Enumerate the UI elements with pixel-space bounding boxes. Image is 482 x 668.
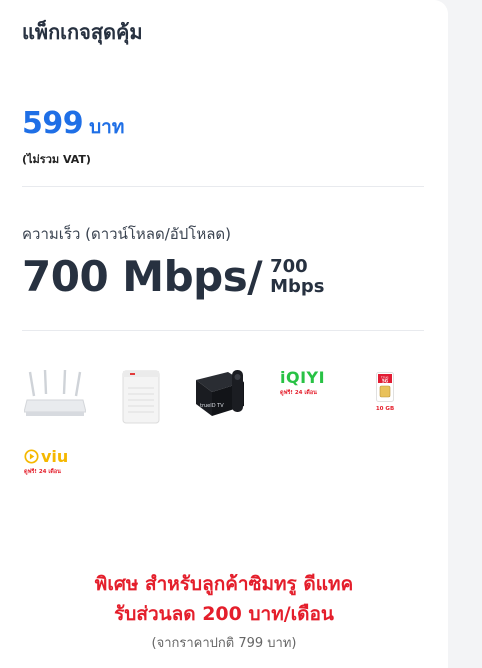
divider <box>22 330 424 331</box>
iqiyi-logo: iQIYI <box>280 368 326 387</box>
speed-value: 700 Mbps/ 700 Mbps <box>22 252 324 301</box>
sim-perk: true 5G 10 GB <box>372 372 398 412</box>
speed-upload: 700 Mbps <box>270 255 325 297</box>
speed-upload-value: 700 <box>270 255 308 277</box>
promo-discount: รับส่วนลด 200 บาท/เดือน <box>114 603 334 625</box>
price-row: 599 บาท <box>22 106 124 142</box>
promo-headline: พิเศษ สำหรับลูกค้าซิมทรู ดีแทค <box>94 573 354 595</box>
promo-original-price: (จากราคาปกติ 799 บาท) <box>151 636 297 651</box>
iqiyi-perk: iQIYI ดูฟรี! 24 เดือน <box>280 368 336 397</box>
viu-perk: viu ดูฟรี! 24 เดือน <box>24 447 84 476</box>
tv-box-brand: trueID TV <box>200 403 224 409</box>
speed-download: 700 Mbps/ <box>22 252 263 301</box>
sim-card-icon: true 5G <box>376 372 394 402</box>
speed-upload-unit: Mbps <box>270 275 325 297</box>
sim-data: 10 GB <box>375 406 395 412</box>
package-card: แพ็กเกจสุดคุ้ม 599 บาท (ไม่รวม VAT) ความ… <box>0 0 448 668</box>
package-title: แพ็กเกจสุดคุ้ม <box>22 20 143 44</box>
divider <box>22 186 424 187</box>
viu-note: ดูฟรี! 24 เดือน <box>24 469 61 475</box>
mesh-device-icon <box>122 370 160 424</box>
price-unit: บาท <box>89 116 125 138</box>
vat-note: (ไม่รวม VAT) <box>22 153 91 166</box>
router-icon <box>24 370 86 416</box>
price-value: 599 <box>22 106 84 141</box>
viu-logo: viu <box>41 447 69 466</box>
sim-tag: 5G <box>382 379 388 384</box>
play-icon <box>24 449 39 464</box>
speed-label: ความเร็ว (ดาวน์โหลด/อัปโหลด) <box>22 225 232 243</box>
tv-box-icon: trueID TV <box>196 370 244 416</box>
iqiyi-note: ดูฟรี! 24 เดือน <box>280 390 317 396</box>
